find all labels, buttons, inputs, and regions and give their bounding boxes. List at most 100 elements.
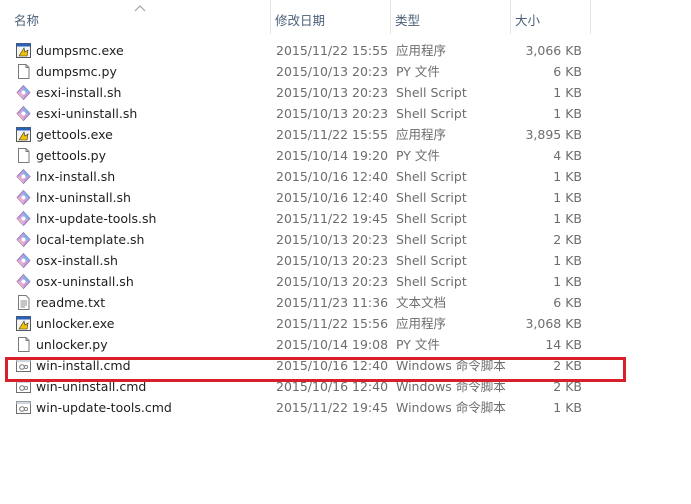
file-size: 1 KB [553,106,582,121]
file-name: lnx-install.sh [36,169,116,184]
file-name: dumpsmc.py [36,64,117,79]
file-date-modified: 2015/10/13 20:23 [276,106,389,121]
file-name: lnx-update-tools.sh [36,211,157,226]
file-name: esxi-uninstall.sh [36,106,138,121]
exe-icon [15,42,32,59]
file-size: 4 KB [553,148,582,163]
shell-script-icon [15,105,32,122]
file-size: 14 KB [545,337,582,352]
file-name: osx-uninstall.sh [36,274,134,289]
file-date-modified: 2015/10/13 20:23 [276,232,389,247]
shell-script-icon [15,168,32,185]
file-row[interactable]: unlocker.py 2015/10/14 19:08 PY 文件 14 KB [0,334,691,355]
file-size: 3,895 KB [525,127,582,142]
column-divider [590,0,591,34]
file-row[interactable]: dumpsmc.exe 2015/11/22 15:55 应用程序 3,066 KB [0,40,691,61]
file-type: 应用程序 [396,43,447,58]
file-size: 1 KB [553,190,582,205]
text-file-icon [15,294,32,311]
file-date-modified: 2015/11/22 15:55 [276,43,389,58]
cmd-script-icon [15,378,32,395]
file-type: Shell Script [396,232,467,247]
file-row[interactable]: lnx-uninstall.sh 2015/10/16 12:40 Shell Sc… [0,187,691,208]
file-row[interactable]: local-template.sh 2015/10/13 20:23 Shell S… [0,229,691,250]
file-name: local-template.sh [36,232,145,247]
file-type: Shell Script [396,169,467,184]
file-name: unlocker.exe [36,316,115,331]
document-icon [15,63,32,80]
exe-icon [15,315,32,332]
shell-script-icon [15,252,32,269]
file-date-modified: 2015/10/16 12:40 [276,190,389,205]
cmd-script-icon [15,357,32,374]
file-row[interactable]: lnx-install.sh 2015/10/16 12:40 Shell Scri… [0,166,691,187]
file-row[interactable]: gettools.exe 2015/11/22 15:55 应用程序 3,895 KB [0,124,691,145]
file-row[interactable]: unlocker.exe 2015/11/22 15:56 应用程序 3,068 KB [0,313,691,334]
file-size: 1 KB [553,274,582,289]
file-date-modified: 2015/10/13 20:23 [276,253,389,268]
file-row[interactable]: win-update-tools.cmd 2015/11/22 19:45 Wind… [0,397,691,418]
file-type: PY 文件 [396,148,440,163]
file-type: 应用程序 [396,316,447,331]
column-header-date[interactable]: 修改日期 [270,0,390,34]
file-size: 1 KB [553,85,582,100]
file-size: 6 KB [553,295,582,310]
column-header-size-label: 大小 [515,13,541,28]
file-size: 2 KB [553,232,582,247]
file-name: gettools.py [36,148,107,163]
column-header-name-label: 名称 [14,13,40,28]
file-type: Windows 命令脚本 [396,400,506,415]
file-name: win-install.cmd [36,358,131,373]
file-row[interactable]: readme.txt 2015/11/23 11:36 文本文档 6 KB [0,292,691,313]
column-header-date-label: 修改日期 [275,13,326,28]
file-type: Shell Script [396,253,467,268]
file-row[interactable]: win-install.cmd 2015/10/16 12:40 Windows 命… [0,355,691,376]
shell-script-icon [15,84,32,101]
file-row[interactable]: osx-install.sh 2015/10/13 20:23 Shell Scri… [0,250,691,271]
exe-icon [15,126,32,143]
file-name: win-uninstall.cmd [36,379,147,394]
file-type: Shell Script [396,211,467,226]
file-type: PY 文件 [396,64,440,79]
file-row[interactable]: esxi-uninstall.sh 2015/10/13 20:23 Shell S… [0,103,691,124]
file-type: Windows 命令脚本 [396,358,506,373]
file-size: 1 KB [553,400,582,415]
file-date-modified: 2015/11/22 15:56 [276,316,389,331]
cmd-script-icon [15,399,32,416]
file-name: lnx-uninstall.sh [36,190,131,205]
file-size: 3,068 KB [525,316,582,331]
document-icon [15,336,32,353]
column-header-type[interactable]: 类型 [390,0,510,34]
file-type: Shell Script [396,106,467,121]
file-type: 文本文档 [396,295,447,310]
shell-script-icon [15,231,32,248]
file-date-modified: 2015/10/14 19:08 [276,337,389,352]
file-size: 3,066 KB [525,43,582,58]
file-row[interactable]: esxi-install.sh 2015/10/13 20:23 Shell Scr… [0,82,691,103]
file-size: 2 KB [553,379,582,394]
file-row[interactable]: osx-uninstall.sh 2015/10/13 20:23 Shell Sc… [0,271,691,292]
file-date-modified: 2015/10/16 12:40 [276,379,389,394]
file-date-modified: 2015/10/13 20:23 [276,85,389,100]
shell-script-icon [15,273,32,290]
file-row[interactable]: gettools.py 2015/10/14 19:20 PY 文件 4 KB [0,145,691,166]
file-row[interactable]: win-uninstall.cmd 2015/10/16 12:40 Windows… [0,376,691,397]
column-header-type-label: 类型 [395,13,421,28]
shell-script-icon [15,189,32,206]
file-date-modified: 2015/11/22 15:55 [276,127,389,142]
file-row[interactable]: dumpsmc.py 2015/10/13 20:23 PY 文件 6 KB [0,61,691,82]
file-size: 6 KB [553,64,582,79]
file-date-modified: 2015/11/23 11:36 [276,295,389,310]
file-type: 应用程序 [396,127,447,142]
file-size: 1 KB [553,253,582,268]
sort-ascending-icon [134,5,146,12]
file-size: 1 KB [553,211,582,226]
file-row[interactable]: lnx-update-tools.sh 2015/11/22 19:45 Shell… [0,208,691,229]
file-type: Shell Script [396,274,467,289]
file-date-modified: 2015/10/13 20:23 [276,64,389,79]
file-date-modified: 2015/11/22 19:45 [276,211,389,226]
column-header-size[interactable]: 大小 [510,0,590,34]
file-name: dumpsmc.exe [36,43,124,58]
file-date-modified: 2015/11/22 19:45 [276,400,389,415]
file-size: 2 KB [553,358,582,373]
